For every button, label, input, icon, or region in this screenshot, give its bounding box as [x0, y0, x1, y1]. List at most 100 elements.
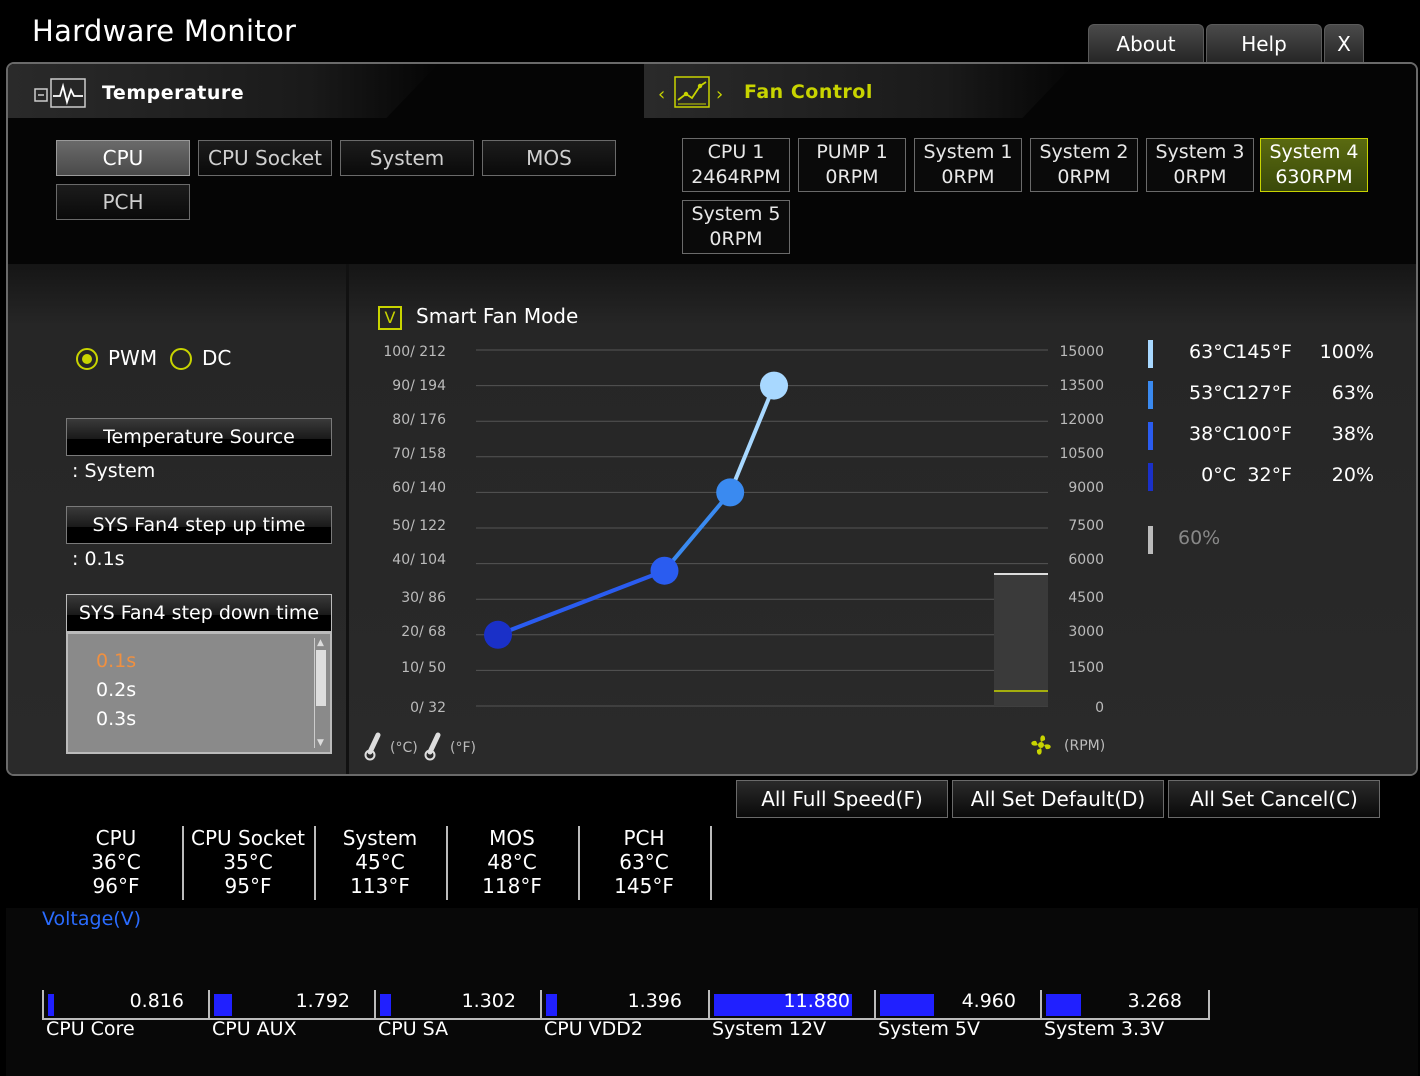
voltage-label: System 3.3V — [1044, 1018, 1165, 1040]
legend-swatch — [1148, 340, 1153, 368]
temp-celsius: 35°C — [223, 850, 273, 874]
temp-sensor-name: CPU Socket — [191, 826, 305, 850]
temp-sensor-name: CPU — [95, 826, 137, 850]
about-button[interactable]: About — [1088, 24, 1204, 62]
temp-summary-mos: MOS 48°C 118°F — [446, 826, 578, 900]
close-button[interactable]: X — [1324, 24, 1364, 62]
temp-fahrenheit: 113°F — [350, 874, 410, 898]
temp-fahrenheit: 145°F — [614, 874, 674, 898]
legend-celsius: 53°C — [1189, 382, 1236, 404]
curve-control-point[interactable] — [760, 371, 788, 400]
temp-celsius: 48°C — [487, 850, 537, 874]
unit-rpm: (RPM) — [1064, 738, 1106, 754]
temp-summary-cpu-socket: CPU Socket 35°C 95°F — [182, 826, 314, 900]
voltage-gauge: 4.960 — [874, 990, 1042, 1020]
main-panel: Temperature ‹ › Fan Control CPU CPU Sock… — [6, 62, 1418, 776]
temp-summary-system: System 45°C 113°F — [314, 826, 446, 900]
y-right-tick: 10500 — [1059, 446, 1104, 462]
rpm-gauge — [994, 574, 1048, 706]
temp-celsius: 45°C — [355, 850, 405, 874]
y-left-tick: 60/ 140 — [392, 480, 446, 496]
thermometer-f-icon — [424, 732, 441, 761]
all-set-default-button[interactable]: All Set Default(D) — [952, 780, 1164, 818]
y-left-tick: 100/ 212 — [383, 344, 446, 360]
thermometer-c-icon — [364, 732, 381, 761]
voltage-gauge-end — [1208, 990, 1210, 1020]
curve-control-point[interactable] — [716, 478, 745, 507]
legend-fahrenheit: 100°F — [1235, 423, 1292, 445]
voltage-gauge: 1.396 — [540, 990, 708, 1020]
temp-sensor-name: PCH — [623, 826, 665, 850]
voltage-gauge: 3.268 — [1040, 990, 1208, 1020]
curve-control-point[interactable] — [650, 556, 679, 585]
y-left-tick: 40/ 104 — [392, 552, 446, 568]
temp-fahrenheit: 96°F — [92, 874, 140, 898]
voltage-label: System 12V — [712, 1018, 827, 1040]
legend-percent: 20% — [1331, 464, 1374, 486]
legend-fahrenheit: 32°F — [1247, 464, 1292, 486]
curve-segment — [662, 491, 732, 573]
legend-percent: 38% — [1331, 423, 1374, 445]
legend-fahrenheit: 127°F — [1235, 382, 1292, 404]
temp-summary-cpu: CPU 36°C 96°F — [50, 826, 182, 900]
y-left-tick: 10/ 50 — [401, 660, 446, 676]
temp-celsius: 36°C — [91, 850, 141, 874]
y-right-tick: 4500 — [1068, 590, 1104, 606]
voltage-value: 0.816 — [129, 990, 184, 1012]
y-right-tick: 15000 — [1059, 344, 1104, 360]
voltage-gauge: 0.816 — [42, 990, 210, 1020]
y-left-tick: 50/ 122 — [392, 518, 446, 534]
voltage-value: 1.396 — [627, 990, 682, 1012]
voltage-gauge: 1.792 — [208, 990, 376, 1020]
legend-swatch — [1148, 381, 1153, 409]
y-right-tick: 3000 — [1068, 624, 1104, 640]
y-left-tick: 80/ 176 — [392, 412, 446, 428]
curve-segment — [497, 568, 666, 637]
legend-percent: 63% — [1331, 382, 1374, 404]
temp-sensor-name: System — [342, 826, 418, 850]
help-button[interactable]: Help — [1206, 24, 1322, 62]
y-right-tick: 12000 — [1059, 412, 1104, 428]
legend-swatch — [1148, 526, 1153, 554]
y-right-tick: 6000 — [1068, 552, 1104, 568]
unit-fahrenheit: (°F) — [450, 740, 476, 756]
y-left-tick: 90/ 194 — [392, 378, 446, 394]
y-left-tick: 20/ 68 — [401, 624, 446, 640]
temp-fahrenheit: 118°F — [482, 874, 542, 898]
y-right-tick: 9000 — [1068, 480, 1104, 496]
legend-swatch — [1148, 463, 1153, 491]
voltage-label: CPU SA — [378, 1018, 449, 1040]
temp-celsius: 63°C — [619, 850, 669, 874]
fan-icon — [1031, 735, 1051, 755]
app-title: Hardware Monitor — [32, 14, 297, 48]
all-full-speed-button[interactable]: All Full Speed(F) — [736, 780, 948, 818]
voltage-value: 1.302 — [461, 990, 516, 1012]
voltage-label: CPU VDD2 — [544, 1018, 644, 1040]
legend-current-percent: 60% — [1178, 527, 1221, 549]
unit-celsius: (°C) — [390, 740, 418, 756]
temp-summary-pch: PCH 63°C 145°F — [578, 826, 710, 900]
curve-segment — [728, 384, 776, 494]
voltage-label: System 5V — [878, 1018, 980, 1040]
voltage-gauge: 1.302 — [374, 990, 542, 1020]
voltage-value: 3.268 — [1127, 990, 1182, 1012]
legend-swatch — [1148, 422, 1153, 450]
legend-celsius: 38°C — [1189, 423, 1236, 445]
y-left-tick: 70/ 158 — [392, 446, 446, 462]
legend-percent: 100% — [1319, 341, 1374, 363]
temp-separator — [710, 826, 712, 900]
legend-fahrenheit: 145°F — [1235, 341, 1292, 363]
voltage-gauge: 11.880 — [708, 990, 876, 1020]
temp-fahrenheit: 95°F — [224, 874, 272, 898]
y-right-tick: 0 — [1095, 700, 1104, 716]
legend-celsius: 0°C — [1201, 464, 1236, 486]
y-right-tick: 13500 — [1059, 378, 1104, 394]
temp-sensor-name: MOS — [489, 826, 535, 850]
voltage-value: 4.960 — [961, 990, 1016, 1012]
y-right-tick: 7500 — [1068, 518, 1104, 534]
curve-control-point[interactable] — [484, 620, 512, 649]
fan-curve-chart[interactable] — [8, 64, 1418, 776]
voltage-value: 11.880 — [783, 990, 850, 1012]
all-set-cancel-button[interactable]: All Set Cancel(C) — [1168, 780, 1380, 818]
y-left-tick: 0/ 32 — [410, 700, 446, 716]
